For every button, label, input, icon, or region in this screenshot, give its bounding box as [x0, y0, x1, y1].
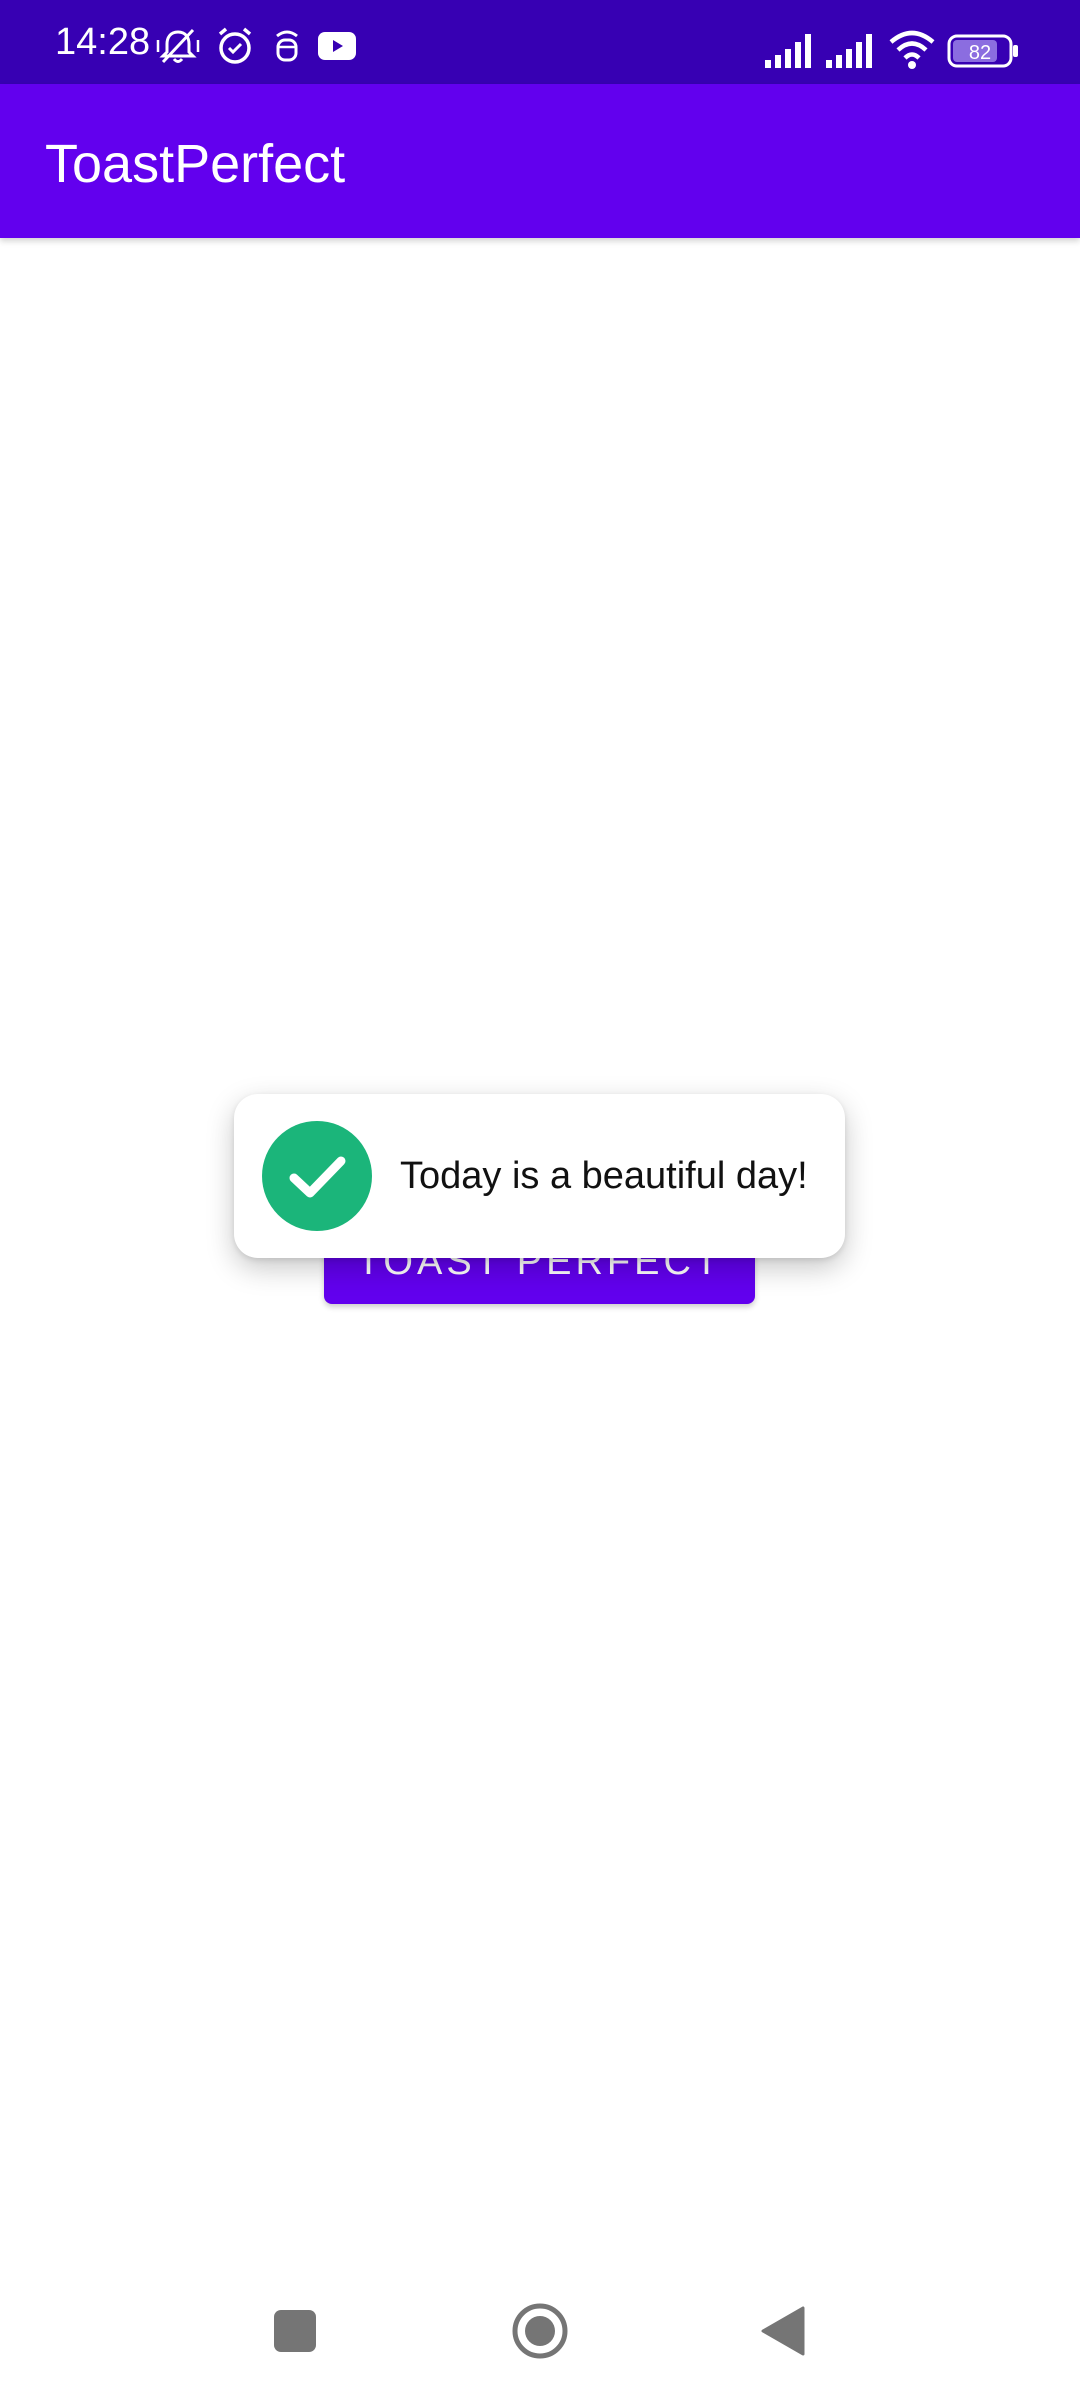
notification-app-icon [276, 30, 298, 62]
back-button[interactable] [761, 2306, 805, 2356]
status-bar: 14:28 82 [0, 0, 1080, 84]
check-circle-icon [262, 1121, 372, 1231]
app-bar: ToastPerfect [0, 84, 1080, 238]
app-title: ToastPerfect [45, 134, 346, 194]
youtube-icon [318, 32, 356, 60]
toast-message: Today is a beautiful day! [400, 1155, 808, 1197]
wifi-icon [889, 30, 935, 69]
battery-icon: 82 [947, 34, 1018, 68]
home-button[interactable] [511, 2302, 569, 2360]
signal-icon [826, 34, 872, 68]
status-time: 14:28 [55, 21, 151, 63]
navigation-bar [0, 2276, 1080, 2400]
toast: Today is a beautiful day! [234, 1094, 845, 1258]
vibrate-mute-icon [156, 28, 200, 64]
signal-icon [765, 34, 811, 68]
battery-level: 82 [969, 42, 991, 64]
recents-button[interactable] [274, 2310, 316, 2352]
alarm-icon [218, 27, 252, 64]
